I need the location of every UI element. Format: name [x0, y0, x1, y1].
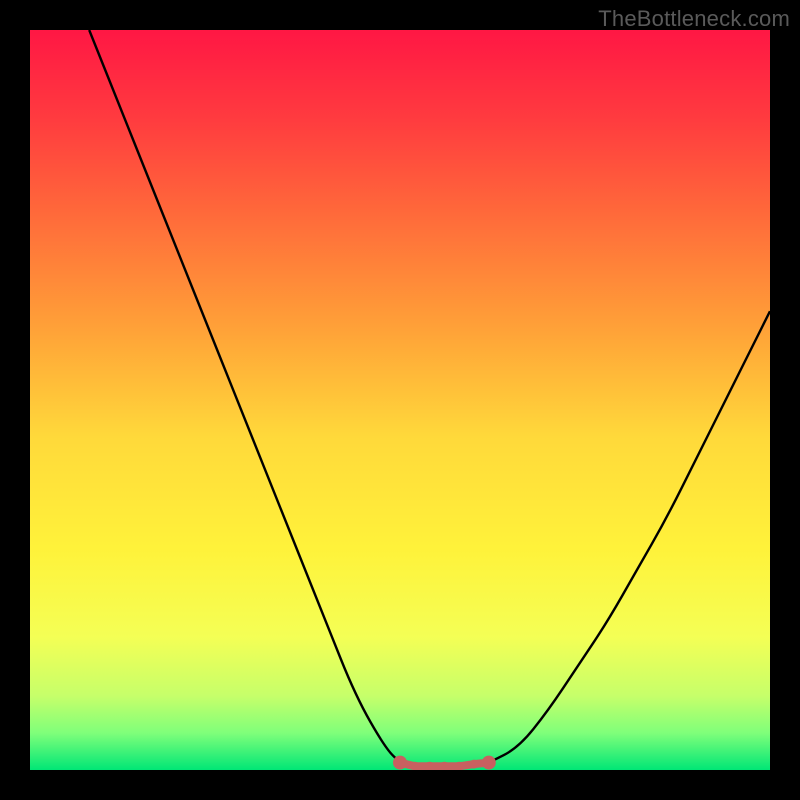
left-branch-curve	[89, 30, 400, 763]
right-branch-curve	[489, 311, 770, 762]
minimum-end-dot	[482, 756, 496, 770]
curve-layer	[30, 30, 770, 770]
minimum-dot	[470, 760, 479, 769]
minimum-end-dot	[393, 756, 407, 770]
plot-area	[30, 30, 770, 770]
watermark-text: TheBottleneck.com	[598, 6, 790, 32]
minimum-marker-group	[393, 756, 496, 770]
chart-frame: TheBottleneck.com	[0, 0, 800, 800]
